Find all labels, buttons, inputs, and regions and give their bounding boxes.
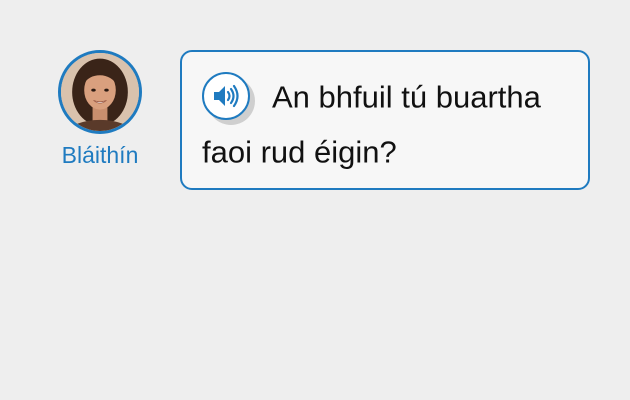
speaker: Bláithín [50, 50, 150, 167]
speaker-name: Bláithín [61, 142, 139, 168]
play-audio-button[interactable] [202, 71, 256, 125]
bubble-text-block: An bhfuil tú buartha faoi rud éigin? [202, 68, 568, 179]
exercise-stage: Bláithín An bhfuil tú buartha faoi rud é… [0, 0, 630, 400]
speaker-volume-icon [214, 84, 239, 107]
woman-portrait-icon [61, 53, 139, 131]
speech-bubble: An bhfuil tú buartha faoi rud éigin? [180, 50, 590, 190]
avatar [58, 50, 142, 134]
